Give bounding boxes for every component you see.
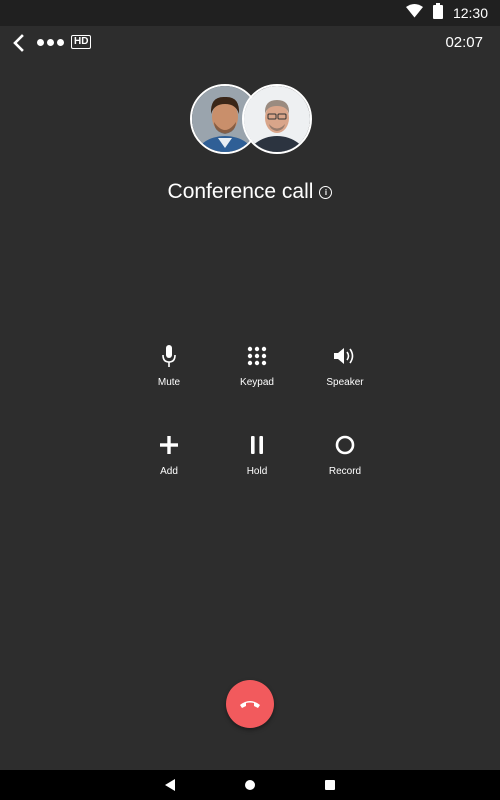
back-triangle-icon: [165, 779, 175, 791]
record-icon: [335, 430, 355, 460]
status-icons: 12:30: [405, 0, 488, 26]
hold-label: Hold: [246, 466, 268, 477]
plus-icon: [159, 430, 179, 460]
wifi-icon: [405, 3, 423, 23]
record-label: Record: [328, 466, 362, 477]
recents-square-icon: [325, 780, 335, 790]
keypad-label: Keypad: [240, 377, 274, 388]
home-circle-icon: [245, 780, 255, 790]
participant-avatars: [190, 84, 312, 154]
dot-icon: [37, 39, 44, 46]
speaker-button[interactable]: Speaker: [305, 341, 385, 397]
hang-up-icon: [240, 701, 260, 708]
battery-icon: [432, 2, 443, 24]
status-bar: 12:30: [0, 0, 500, 26]
mute-button[interactable]: Mute: [129, 341, 209, 397]
info-icon[interactable]: i: [319, 185, 333, 199]
nav-back-button[interactable]: [160, 775, 180, 795]
dot-icon: [47, 39, 54, 46]
speaker-icon: [333, 341, 357, 371]
page-title: Conference call: [167, 180, 314, 203]
microphone-icon: [162, 341, 176, 371]
hd-badge: HD: [71, 35, 92, 49]
nav-recents-button[interactable]: [320, 775, 340, 795]
keypad-icon: [247, 341, 267, 371]
keypad-button[interactable]: Keypad: [217, 341, 297, 397]
call-toolbar: HD 02:07: [0, 26, 500, 60]
call-timer: 02:07: [445, 34, 483, 51]
speaker-label: Speaker: [326, 377, 364, 388]
chevron-left-icon: [13, 34, 24, 52]
dot-icon: [57, 39, 64, 46]
mute-label: Mute: [157, 377, 181, 388]
back-button[interactable]: [6, 30, 30, 56]
hold-button[interactable]: Hold: [217, 430, 297, 486]
nav-home-button[interactable]: [240, 775, 260, 795]
avatar[interactable]: [242, 84, 312, 154]
system-nav-bar: [0, 770, 500, 800]
add-label: Add: [160, 466, 178, 477]
status-time: 12:30: [452, 5, 488, 21]
call-title-row: Conference call i: [0, 176, 500, 208]
add-call-button[interactable]: Add: [129, 430, 209, 486]
pause-icon: [250, 430, 264, 460]
record-button[interactable]: Record: [305, 430, 385, 486]
end-call-button[interactable]: [226, 680, 274, 728]
more-options-button[interactable]: [37, 39, 64, 46]
